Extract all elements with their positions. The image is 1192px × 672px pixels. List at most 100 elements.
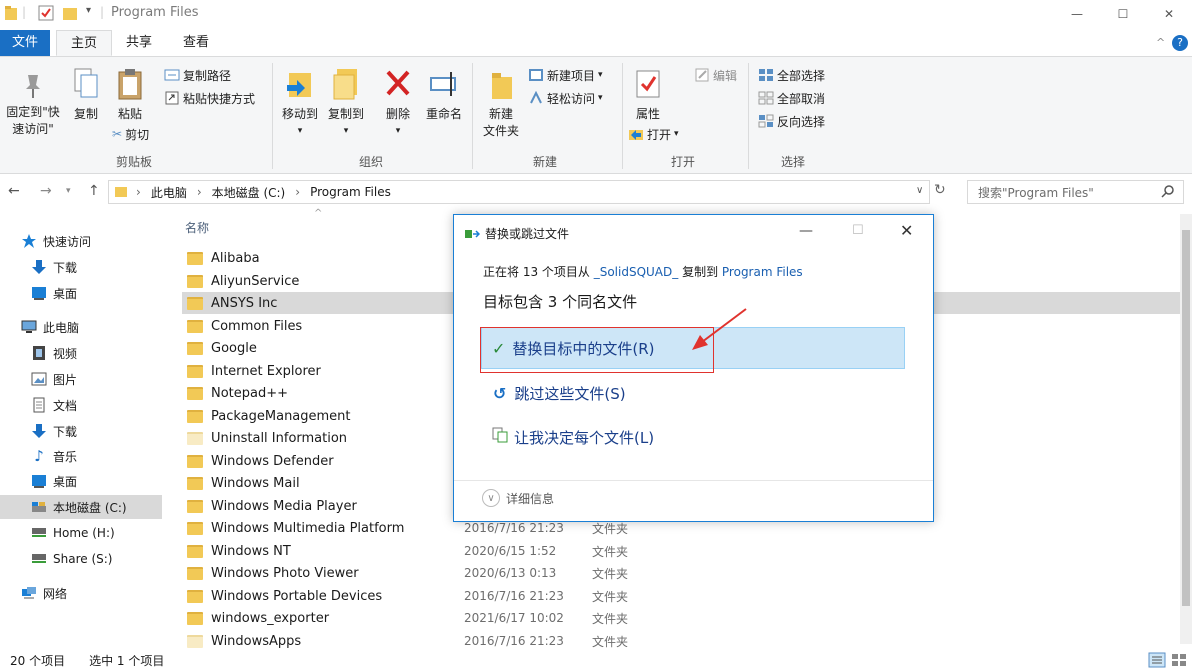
network-icon xyxy=(20,585,38,601)
paste-shortcut-button[interactable]: 粘贴快捷方式 xyxy=(164,88,255,108)
decide-each-option[interactable]: 让我决定每个文件(L) xyxy=(481,416,905,458)
folder-icon xyxy=(187,341,203,355)
folder-icon xyxy=(187,611,203,625)
nav-home-drive[interactable]: Home (H:) xyxy=(0,521,162,545)
star-icon xyxy=(20,233,38,249)
new-group-label: 新建 xyxy=(533,155,558,169)
file-row[interactable]: Windows Portable Devices 2016/7/16 21:23 文… xyxy=(182,585,1182,607)
desktop-icon xyxy=(30,473,48,489)
folder-icon xyxy=(187,274,203,288)
select-all-button[interactable]: 全部选择 xyxy=(758,65,825,85)
file-row[interactable]: Windows Photo Viewer 2020/6/13 0:13 文件夹 xyxy=(182,562,1182,584)
nav-desktop[interactable]: 桌面 xyxy=(0,281,162,305)
nav-local-disk[interactable]: 本地磁盘 (C:) xyxy=(0,495,162,519)
breadcrumb-local-disk[interactable]: 本地磁盘 (C:) xyxy=(212,184,286,201)
file-row[interactable]: windows_exporter 2021/6/17 10:02 文件夹 xyxy=(182,607,1182,629)
desktop-icon xyxy=(30,285,48,301)
invert-selection-button[interactable]: 反向选择 xyxy=(758,111,825,131)
properties-icon xyxy=(636,70,660,98)
nav-videos[interactable]: 视频 xyxy=(0,341,162,365)
copy-path-button[interactable]: 复制路径 xyxy=(164,65,231,85)
close-button[interactable]: ✕ xyxy=(1146,0,1192,28)
window-title: Program Files xyxy=(111,5,199,20)
copy-button[interactable]: 复制 xyxy=(68,67,104,123)
nav-documents[interactable]: 文档 xyxy=(0,393,162,417)
select-group-label: 选择 xyxy=(781,155,806,169)
vertical-scrollbar[interactable] xyxy=(1180,214,1192,644)
customize-toolbar-icon[interactable]: ▾ xyxy=(86,5,91,16)
folder-icon xyxy=(187,431,203,445)
tab-home[interactable]: 主页 xyxy=(56,30,112,56)
properties-icon[interactable] xyxy=(38,5,54,24)
address-bar[interactable]: › 此电脑 › 本地磁盘 (C:) › Program Files xyxy=(108,180,930,204)
dialog-close-button[interactable]: ✕ xyxy=(900,221,913,240)
properties-button[interactable]: 属性 xyxy=(628,67,668,123)
pin-quick-access-button[interactable]: 固定到"快 速访问" xyxy=(2,71,64,138)
rename-button[interactable]: 重命名 xyxy=(422,67,466,123)
move-to-button[interactable]: 移动到 ▾ xyxy=(278,67,322,140)
back-button[interactable]: ← xyxy=(8,183,20,199)
more-details-toggle[interactable]: ∨ 详细信息 xyxy=(482,489,554,507)
conflict-summary: 目标包含 3 个同名文件 xyxy=(483,293,638,311)
dialog-title: 替换或跳过文件 xyxy=(485,227,570,241)
address-dropdown-icon[interactable]: ∨ xyxy=(916,185,923,196)
tab-share[interactable]: 共享 xyxy=(114,30,164,56)
forward-button[interactable]: → xyxy=(40,183,52,199)
column-header-name[interactable]: 名称 xyxy=(185,219,209,236)
nav-share-drive[interactable]: Share (S:) xyxy=(0,547,162,571)
open-group-label: 打开 xyxy=(671,155,696,169)
delete-button[interactable]: 删除 ▾ xyxy=(378,67,418,140)
organize-group-label: 组织 xyxy=(359,155,384,169)
breadcrumb-program-files[interactable]: Program Files xyxy=(310,185,391,199)
destination-link[interactable]: Program Files xyxy=(722,265,803,279)
new-item-button[interactable]: 新建项目 ▾ xyxy=(528,65,603,85)
copy-to-button[interactable]: 复制到 ▾ xyxy=(324,67,368,140)
easy-access-button[interactable]: 轻松访问 ▾ xyxy=(528,88,603,108)
paste-button[interactable]: 粘贴 xyxy=(110,67,150,123)
breadcrumb-this-pc[interactable]: 此电脑 xyxy=(151,184,187,201)
select-none-button[interactable]: 全部取消 xyxy=(758,88,825,108)
compare-files-icon xyxy=(492,427,508,447)
up-button[interactable]: ↑ xyxy=(88,183,100,199)
edit-button[interactable]: 编辑 xyxy=(694,65,737,85)
annotation-arrow xyxy=(692,308,747,350)
details-view-icon[interactable] xyxy=(1148,652,1166,671)
nav-downloads-pc[interactable]: 下载 xyxy=(0,419,162,443)
refresh-icon[interactable]: ↻ xyxy=(934,182,946,198)
folder-icon xyxy=(187,296,203,310)
nav-this-pc[interactable]: 此电脑 xyxy=(0,315,162,339)
file-row[interactable]: Windows NT 2020/6/15 1:52 文件夹 xyxy=(182,540,1182,562)
tab-file[interactable]: 文件 xyxy=(0,30,50,56)
skip-files-option[interactable]: ↺ 跳过这些文件(S) xyxy=(481,372,905,414)
folder-icon xyxy=(187,566,203,580)
new-folder-icon[interactable] xyxy=(62,5,78,24)
nav-pictures[interactable]: 图片 xyxy=(0,367,162,391)
help-icon[interactable]: ? xyxy=(1172,35,1188,51)
nav-downloads[interactable]: 下载 xyxy=(0,255,162,279)
annotation-highlight-box xyxy=(480,327,714,373)
search-input[interactable]: 搜索"Program Files" xyxy=(967,180,1184,204)
cut-button[interactable]: ✂ 剪切 xyxy=(112,124,149,144)
folder-icon xyxy=(187,364,203,378)
minimize-button[interactable]: — xyxy=(1054,0,1100,28)
collapse-ribbon-icon[interactable]: ^ xyxy=(1156,36,1165,49)
nav-music[interactable]: ♪ 音乐 xyxy=(0,444,162,468)
recent-locations-button[interactable]: ▾ xyxy=(66,186,71,196)
status-bar: 20 个项目 选中 1 个项目 xyxy=(0,648,1192,672)
nav-network[interactable]: 网络 xyxy=(0,581,162,605)
open-button[interactable]: 打开 ▾ xyxy=(628,124,679,144)
maximize-button[interactable]: ☐ xyxy=(1100,0,1146,28)
nav-quick-access[interactable]: 快速访问 xyxy=(0,229,162,253)
nav-desktop-pc[interactable]: 桌面 xyxy=(0,469,162,493)
dialog-minimize-button[interactable]: — xyxy=(799,223,813,239)
tab-view[interactable]: 查看 xyxy=(170,30,222,56)
large-icons-view-icon[interactable] xyxy=(1170,652,1188,671)
folder-icon xyxy=(187,319,203,333)
new-folder-button[interactable]: 新建 文件夹 xyxy=(478,67,524,140)
delete-icon xyxy=(386,70,410,96)
scrollbar-thumb[interactable] xyxy=(1182,230,1190,606)
music-icon: ♪ xyxy=(34,447,44,465)
source-link[interactable]: _SolidSQUAD_ xyxy=(594,265,679,279)
ribbon: 固定到"快 速访问" 复制 粘贴 复制路径 粘贴快捷方式 ✂ 剪切 剪贴板 移动… xyxy=(0,56,1192,174)
folder-icon xyxy=(187,634,203,648)
